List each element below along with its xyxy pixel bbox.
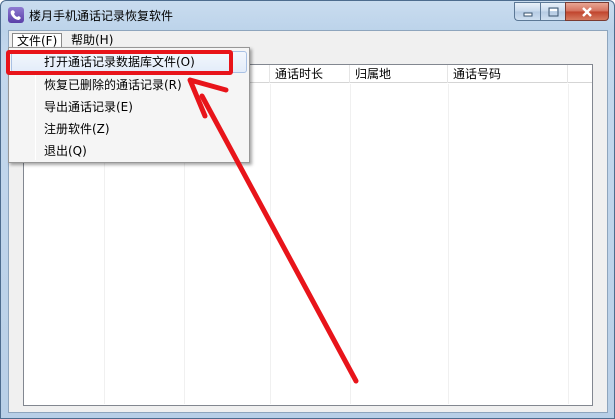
red-arrow-annotation	[187, 77, 359, 384]
